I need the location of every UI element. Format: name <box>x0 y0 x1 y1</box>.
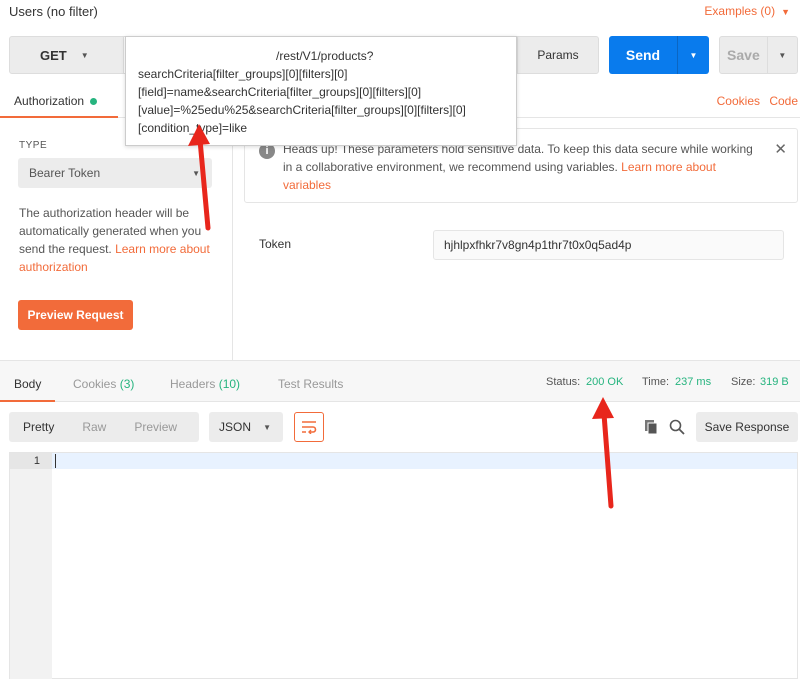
tab-cookies[interactable]: Cookies (3) <box>73 377 134 391</box>
auth-type-value: Bearer Token <box>29 166 101 180</box>
save-button[interactable]: Save ▼ <box>719 36 798 74</box>
url-tooltip: /rest/V1/products? searchCriteria[filter… <box>125 36 517 146</box>
save-options-caret-icon[interactable]: ▼ <box>766 37 797 73</box>
method-label: GET <box>40 47 67 63</box>
examples-dropdown[interactable]: Examples (0) ▼ <box>704 4 790 18</box>
format-select[interactable]: JSON ▼ <box>209 412 283 442</box>
save-label: Save <box>727 47 760 63</box>
headers-count: (10) <box>218 377 241 391</box>
format-value: JSON <box>219 420 252 434</box>
auth-type-pane: TYPE Bearer Token ▼ The authorization he… <box>0 118 233 360</box>
tab-authorization-label: Authorization <box>14 94 85 108</box>
copy-icon[interactable] <box>643 419 659 435</box>
cookies-count: (3) <box>119 377 135 391</box>
time-label: Time: <box>642 376 670 388</box>
examples-label: Examples (0) <box>704 4 776 18</box>
search-icon[interactable] <box>669 419 685 435</box>
preview-button[interactable]: Preview <box>120 420 191 434</box>
text-cursor <box>55 454 56 468</box>
notice-text: Heads up! These parameters hold sensitiv… <box>283 140 758 194</box>
active-indicator-dot <box>90 97 98 105</box>
chevron-down-icon: ▼ <box>192 168 200 178</box>
tab-authorization[interactable]: Authorization <box>0 86 118 118</box>
url-tooltip-line: /rest/V1/products? <box>276 49 374 63</box>
line-gutter <box>10 453 52 679</box>
close-icon[interactable]: ✕ <box>774 140 787 158</box>
raw-button[interactable]: Raw <box>68 420 120 434</box>
tab-headers-label: Headers <box>170 377 216 391</box>
url-tooltip-line: [condition_type]=like <box>138 121 248 135</box>
params-button[interactable]: Params <box>517 36 599 74</box>
format-toggle-group: Pretty Raw Preview <box>9 412 199 442</box>
line-number: 1 <box>10 453 52 469</box>
response-body-editor[interactable]: 1 <box>9 452 798 679</box>
token-input[interactable]: hjhlpxfhkr7v8gn4p1thr7t0x0q5ad4p <box>433 230 784 260</box>
wrap-lines-button[interactable] <box>294 412 324 442</box>
tab-headers[interactable]: Headers (10) <box>170 377 240 391</box>
url-tooltip-line: [value]=%25edu%25&searchCriteria[filter_… <box>138 103 466 117</box>
time-value: 237 ms <box>675 376 712 388</box>
chevron-down-icon: ▼ <box>263 422 271 432</box>
tab-test-results[interactable]: Test Results <box>278 377 343 391</box>
title-bar: Users (no filter) Examples (0) ▼ <box>0 0 800 28</box>
request-title: Users (no filter) <box>9 4 98 19</box>
status-label: Status: <box>546 376 581 388</box>
cookies-link[interactable]: Cookies <box>717 94 760 108</box>
size-label: Size: <box>731 376 756 388</box>
chevron-down-icon: ▼ <box>80 50 89 60</box>
auth-type-select[interactable]: Bearer Token ▼ <box>18 158 212 188</box>
save-response-button[interactable]: Save Response <box>696 412 798 442</box>
url-tooltip-line: searchCriteria[filter_groups][0][filters… <box>138 67 348 81</box>
size-value: 319 B <box>760 376 789 388</box>
tab-body[interactable]: Body <box>0 377 56 402</box>
url-tooltip-line: [field]=name&searchCriteria[filter_group… <box>138 85 422 99</box>
auth-description: The authorization header will be automat… <box>19 204 219 276</box>
token-label: Token <box>259 237 292 251</box>
type-label: TYPE <box>19 140 48 151</box>
response-tabs: Body Cookies (3) Headers (10) Test Resul… <box>0 360 800 402</box>
wrap-icon <box>302 421 317 434</box>
send-button[interactable]: Send ▼ <box>609 36 709 74</box>
pretty-button[interactable]: Pretty <box>9 420 68 434</box>
status-value: 200 OK <box>586 376 624 388</box>
preview-request-button[interactable]: Preview Request <box>18 300 133 330</box>
chevron-down-icon: ▼ <box>781 7 790 17</box>
method-select[interactable]: GET ▼ <box>9 36 124 74</box>
response-view-toolbar: Pretty Raw Preview JSON ▼ Save Response <box>0 402 800 452</box>
send-label: Send <box>625 47 661 63</box>
active-line-highlight <box>52 453 797 469</box>
tab-cookies-label: Cookies <box>73 377 117 391</box>
code-link[interactable]: Code <box>769 94 798 108</box>
send-options-caret-icon[interactable]: ▼ <box>677 36 709 74</box>
